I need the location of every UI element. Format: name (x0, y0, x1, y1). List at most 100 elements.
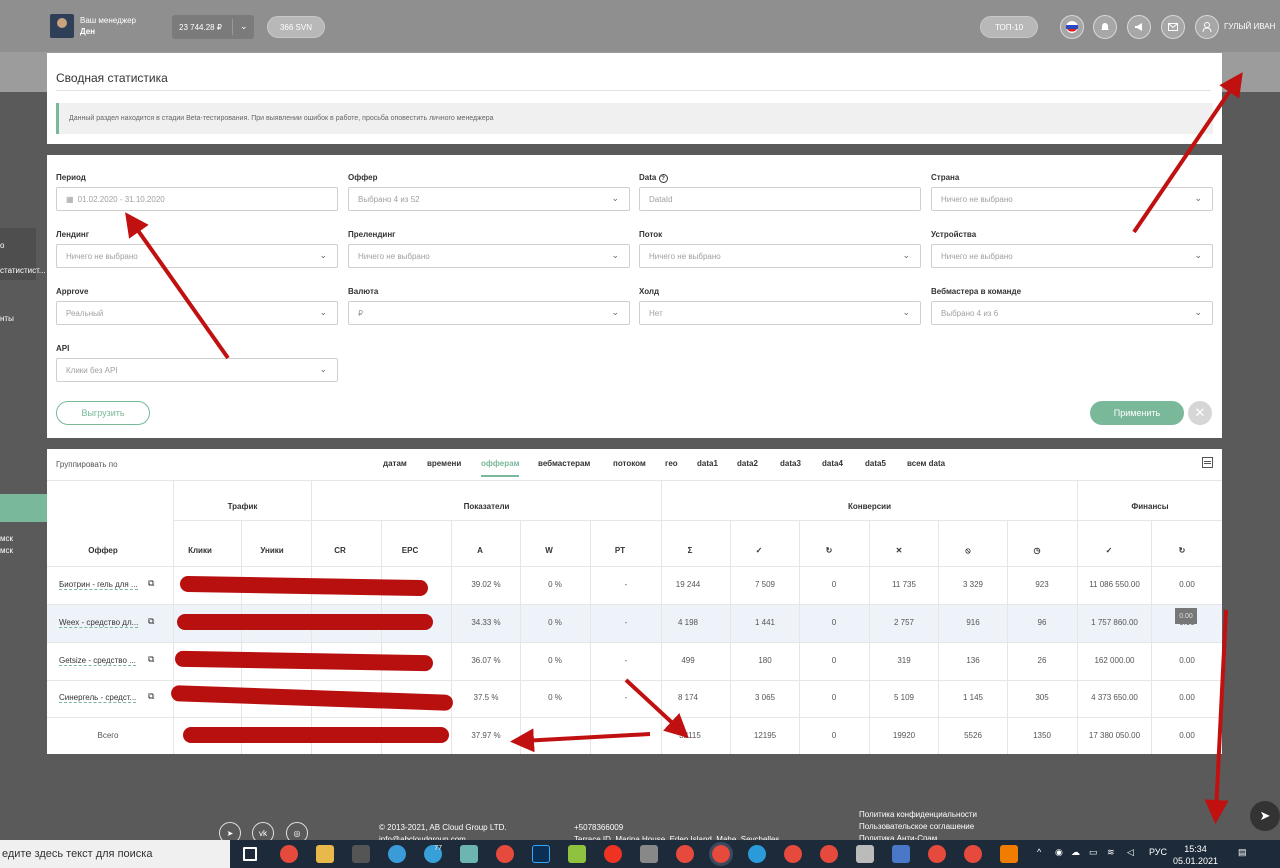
mail-icon[interactable] (1161, 15, 1185, 39)
wifi-icon[interactable]: ≋ (1107, 847, 1115, 858)
telegram-chat-icon[interactable]: ➤ (1250, 801, 1280, 831)
approve-select[interactable]: Реальный ⌄ (56, 301, 338, 325)
chrome-icon[interactable] (496, 845, 514, 863)
tab-data4[interactable]: data4 (822, 459, 843, 468)
col-w[interactable]: W (521, 546, 577, 555)
chrome-icon[interactable] (676, 845, 694, 863)
chrome-icon[interactable] (820, 845, 838, 863)
offer-link[interactable]: Биотрин - гель для ... (59, 580, 138, 590)
volume-icon[interactable]: ◁ (1127, 847, 1134, 858)
battery-icon[interactable]: ▭ (1089, 847, 1098, 858)
language-indicator[interactable]: РУС (1149, 847, 1167, 857)
offer-link[interactable]: Weex - средство дл... (59, 618, 139, 628)
finance-refresh-icon[interactable]: ↻ (1152, 546, 1212, 555)
api-select[interactable]: Клики без API ⌄ (56, 358, 338, 382)
sidebar-item-statistics[interactable]: статистист... (0, 266, 46, 275)
ban-icon[interactable]: ⦸ (939, 546, 997, 556)
sidebar-item[interactable]: о (0, 241, 4, 250)
landing-select[interactable]: Ничего не выбрано ⌄ (56, 244, 338, 268)
tab-data2[interactable]: data2 (737, 459, 758, 468)
col-epc[interactable]: EPC (382, 546, 438, 555)
notification-icon[interactable]: ▤ (1238, 847, 1247, 858)
telegram-app-icon[interactable]: 77 (424, 845, 442, 863)
chrome-icon[interactable] (280, 845, 298, 863)
balance-dropdown[interactable]: 23 744.28 ₽ ⌄ (172, 15, 254, 39)
app-icon[interactable] (892, 845, 910, 863)
flag-ru-icon[interactable] (1060, 15, 1084, 39)
offer-link[interactable]: Синергель - средст... (59, 693, 137, 703)
app-icon[interactable] (748, 845, 766, 863)
reset-close-icon[interactable]: ✕ (1188, 401, 1212, 425)
tray-icon[interactable]: ◉ (1055, 847, 1063, 858)
col-pt[interactable]: PT (591, 546, 649, 555)
app-icon[interactable] (460, 845, 478, 863)
sum-icon[interactable]: Σ (662, 546, 718, 555)
data-id-input[interactable]: DataId (639, 187, 921, 211)
tab-data1[interactable]: data1 (697, 459, 718, 468)
top10-button[interactable]: ТОП-10 (980, 16, 1038, 38)
gear-icon[interactable] (856, 845, 874, 863)
user-name[interactable]: ГУЛЫЙ ИВАН (1224, 22, 1275, 31)
col-a[interactable]: A (452, 546, 508, 555)
devices-select[interactable]: Ничего не выбрано ⌄ (931, 244, 1213, 268)
cloud-icon[interactable]: ☁ (1071, 847, 1080, 858)
folder-icon[interactable] (316, 845, 334, 863)
tab-dates[interactable]: датам (383, 459, 407, 468)
col-cr[interactable]: CR (312, 546, 368, 555)
sidebar-active-item[interactable] (0, 494, 47, 522)
chrome-icon[interactable] (709, 842, 733, 866)
edge-icon[interactable] (388, 845, 406, 863)
app-icon[interactable] (352, 845, 370, 863)
col-uniques[interactable]: Уники (242, 546, 302, 555)
webmasters-select[interactable]: Выбрано 4 из 6 ⌄ (931, 301, 1213, 325)
chevron-up-icon[interactable]: ^ (1037, 847, 1041, 857)
app-icon[interactable] (640, 845, 658, 863)
chrome-icon[interactable] (928, 845, 946, 863)
yandex-icon[interactable] (604, 845, 622, 863)
chrome-icon[interactable] (784, 845, 802, 863)
columns-settings-icon[interactable] (1202, 457, 1213, 468)
tab-time[interactable]: времени (427, 459, 461, 468)
country-select[interactable]: Ничего не выбрано ⌄ (931, 187, 1213, 211)
prelanding-select[interactable]: Ничего не выбрано ⌄ (348, 244, 630, 268)
col-offer[interactable]: Оффер (47, 546, 159, 555)
app-icon[interactable] (568, 845, 586, 863)
tab-geo[interactable]: гео (665, 459, 678, 468)
tab-webmasters[interactable]: вебмастерам (538, 459, 590, 468)
offer-select[interactable]: Выбрано 4 из 52 ⌄ (348, 187, 630, 211)
external-link-icon[interactable]: ⧉ (148, 691, 154, 702)
external-link-icon[interactable]: ⧉ (148, 654, 154, 665)
footer-phone[interactable]: +5078366009 (574, 822, 623, 834)
manager-block[interactable]: Ваш менеджер Ден (50, 14, 136, 38)
bell-icon[interactable] (1093, 15, 1117, 39)
svn-badge[interactable]: 366 SVN (267, 16, 325, 38)
currency-select[interactable]: ₽ ⌄ (348, 301, 630, 325)
taskbar-search[interactable]: едите здесь текст для поиска (0, 840, 230, 868)
avast-icon[interactable] (1000, 845, 1018, 863)
hold-select[interactable]: Нет ⌄ (639, 301, 921, 325)
apply-button[interactable]: Применить (1090, 401, 1184, 425)
external-link-icon[interactable]: ⧉ (148, 616, 154, 627)
sidebar-item[interactable]: нты (0, 314, 14, 323)
export-button[interactable]: Выгрузить (56, 401, 150, 425)
external-link-icon[interactable]: ⧉ (148, 578, 154, 589)
chrome-icon[interactable] (964, 845, 982, 863)
tab-all-data[interactable]: всем data (907, 459, 945, 468)
check-icon[interactable]: ✓ (731, 546, 787, 555)
tab-streams[interactable]: потоком (613, 459, 646, 468)
col-clicks[interactable]: Клики (174, 546, 226, 555)
footer-link-agreement[interactable]: Пользовательское соглашение (859, 821, 974, 833)
footer-link-privacy[interactable]: Политика конфиденциальности (859, 809, 977, 821)
period-input[interactable]: ▦ 01.02.2020 - 31.10.2020 (56, 187, 338, 211)
tab-data5[interactable]: data5 (865, 459, 886, 468)
user-icon[interactable] (1195, 15, 1219, 39)
offer-link[interactable]: Getsize - средство ... (59, 656, 136, 666)
cross-icon[interactable]: ✕ (870, 546, 928, 555)
tab-data3[interactable]: data3 (780, 459, 801, 468)
photoshop-icon[interactable] (532, 845, 550, 863)
tab-offers[interactable]: офферам (481, 459, 520, 477)
finance-check-icon[interactable]: ✓ (1078, 546, 1140, 555)
megaphone-icon[interactable] (1127, 15, 1151, 39)
clock-icon[interactable]: ◷ (1008, 546, 1066, 555)
task-view-icon[interactable] (243, 847, 257, 861)
